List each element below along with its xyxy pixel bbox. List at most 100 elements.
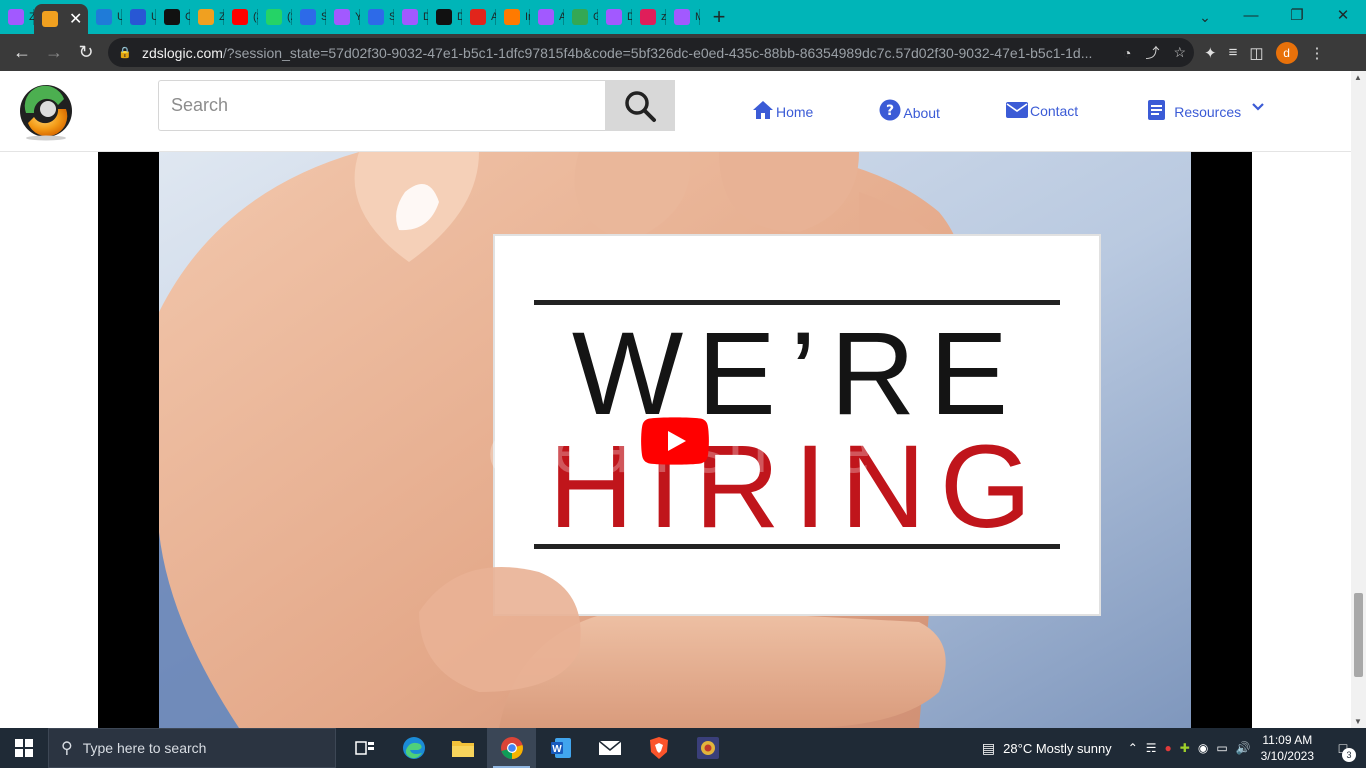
add-icon[interactable]: ✚ bbox=[1180, 741, 1190, 755]
figma-icon bbox=[538, 9, 554, 25]
menu-contact-label: Contact bbox=[1029, 103, 1079, 119]
browser-tab[interactable]: Se bbox=[292, 0, 326, 34]
antivirus-icon[interactable]: ● bbox=[1165, 741, 1172, 755]
security-icon[interactable]: ◉ bbox=[1198, 741, 1208, 755]
browser-tab[interactable]: Se bbox=[360, 0, 394, 34]
windows-logo-icon bbox=[15, 739, 33, 757]
news-weather-icon: ▤ bbox=[981, 739, 996, 756]
profile-avatar[interactable]: d bbox=[1275, 41, 1298, 64]
chrome-icon[interactable] bbox=[487, 728, 536, 768]
browser-tab[interactable]: Ad bbox=[462, 0, 496, 34]
file-explorer-icon[interactable] bbox=[438, 728, 487, 768]
menu-resources[interactable]: Resources bbox=[1146, 100, 1265, 120]
clock-date: 3/10/2023 bbox=[1260, 749, 1314, 763]
menu-about[interactable]: ? About bbox=[879, 99, 940, 121]
performance-icon[interactable]: ◔ bbox=[1123, 45, 1131, 61]
reload-icon[interactable]: ↻ bbox=[70, 37, 102, 69]
scroll-down-icon[interactable]: ▼ bbox=[1354, 717, 1362, 726]
browser-tab[interactable]: Uil bbox=[122, 0, 156, 34]
share-icon[interactable]: ⤴ bbox=[1145, 43, 1159, 63]
volume-icon[interactable]: 🔊 bbox=[1236, 741, 1251, 755]
browser-tab[interactable]: DF bbox=[394, 0, 428, 34]
chevron-down-icon bbox=[1252, 103, 1264, 111]
svg-text:W: W bbox=[552, 744, 562, 755]
menu-about-label: About bbox=[903, 105, 940, 121]
app-game-icon[interactable] bbox=[683, 728, 732, 768]
figma-icon bbox=[606, 9, 622, 25]
media-queue-icon[interactable]: ≡ bbox=[1229, 44, 1238, 61]
browser-tab[interactable]: YA bbox=[326, 0, 360, 34]
chevron-up-icon[interactable]: ⌃ bbox=[1128, 741, 1138, 755]
site-header: Search Home ? About Contact Resources bbox=[0, 71, 1351, 152]
tab-title: My bbox=[695, 11, 700, 23]
tab-list: Zd✕UltUilCoZd(32(21SeYASeDFDFAdInvAFGcDL… bbox=[0, 0, 700, 34]
network-icon[interactable]: ☴ bbox=[1146, 741, 1157, 755]
forward-icon[interactable]: → bbox=[38, 37, 70, 69]
google-icon bbox=[572, 9, 588, 25]
scrollbar-thumb[interactable] bbox=[1354, 593, 1363, 677]
browser-tab[interactable]: My bbox=[666, 0, 700, 34]
adobe-icon bbox=[470, 9, 486, 25]
menu-home[interactable]: Home bbox=[752, 100, 813, 120]
edge-icon[interactable] bbox=[389, 728, 438, 768]
browser-tab[interactable]: (32 bbox=[224, 0, 258, 34]
page-scrollbar[interactable]: ▲ ▼ bbox=[1351, 71, 1366, 728]
browser-tab[interactable]: Co bbox=[156, 0, 190, 34]
browser-tab[interactable]: Ult bbox=[88, 0, 122, 34]
site-search-button[interactable] bbox=[605, 80, 675, 131]
url-path: /?session_state=57d02f30-9032-47e1-b5c1-… bbox=[222, 44, 1093, 61]
menu-resources-label: Resources bbox=[1174, 104, 1242, 120]
address-bar[interactable]: 🔒 zdslogic.com /?session_state=57d02f30-… bbox=[108, 38, 1194, 67]
taskbar-search-box[interactable]: ⚲ Type here to search bbox=[48, 728, 336, 768]
close-window-icon[interactable]: ✕ bbox=[1320, 0, 1366, 30]
scroll-up-icon[interactable]: ▲ bbox=[1354, 73, 1362, 82]
clock[interactable]: 11:09 AM 3/10/2023 bbox=[1261, 732, 1314, 764]
send-icon bbox=[368, 9, 384, 25]
menu-contact[interactable]: Contact bbox=[1005, 101, 1079, 119]
lock-icon[interactable]: 🔒 bbox=[118, 46, 134, 59]
browser-menu-icon[interactable]: ⋮ bbox=[1310, 44, 1325, 62]
notification-count: 3 bbox=[1342, 748, 1356, 762]
browser-tab[interactable]: zd: bbox=[632, 0, 666, 34]
bookmark-star-icon[interactable]: ☆ bbox=[1173, 44, 1186, 61]
word-icon[interactable]: W bbox=[536, 728, 585, 768]
zdslogic-icon bbox=[42, 11, 58, 27]
browser-tab[interactable]: (21 bbox=[258, 0, 292, 34]
minimize-icon[interactable]: — bbox=[1228, 0, 1274, 30]
browser-tab[interactable]: Inv bbox=[496, 0, 530, 34]
menu-home-label: Home bbox=[776, 104, 814, 120]
notification-center-icon[interactable]: □ 3 bbox=[1328, 740, 1358, 762]
task-view-icon[interactable] bbox=[340, 728, 389, 768]
question-circle-icon: ? bbox=[879, 99, 901, 121]
svg-text:?: ? bbox=[886, 103, 894, 119]
browser-tab[interactable]: Zd bbox=[0, 0, 34, 34]
browser-toolbar: ← → ↻ 🔒 zdslogic.com /?session_state=57d… bbox=[0, 34, 1366, 71]
clock-time: 11:09 AM bbox=[1262, 733, 1313, 747]
site-search-input[interactable]: Search bbox=[158, 80, 606, 131]
side-panel-icon[interactable]: ◫ bbox=[1249, 44, 1263, 62]
back-icon[interactable]: ← bbox=[6, 37, 38, 69]
browser-tab[interactable]: Zd bbox=[190, 0, 224, 34]
browser-tab[interactable]: Gc bbox=[564, 0, 598, 34]
site-logo[interactable] bbox=[18, 83, 74, 141]
start-button[interactable] bbox=[0, 728, 48, 768]
youtube-play-icon[interactable] bbox=[641, 417, 709, 465]
main-menu: Home ? About Contact Resources bbox=[752, 99, 1265, 121]
video-player[interactable]: WE’RE HIRING dreamstime bbox=[98, 152, 1252, 728]
new-tab-button[interactable]: + bbox=[704, 2, 734, 32]
brave-icon[interactable] bbox=[634, 728, 683, 768]
battery-icon[interactable]: ▭ bbox=[1216, 741, 1227, 755]
weather-text: 28°C Mostly sunny bbox=[1003, 740, 1112, 756]
restore-icon[interactable]: ❐ bbox=[1274, 0, 1320, 30]
browser-tab[interactable]: AF bbox=[530, 0, 564, 34]
close-tab-icon[interactable]: ✕ bbox=[69, 9, 82, 29]
mail-icon[interactable] bbox=[585, 728, 634, 768]
browser-tab[interactable]: ✕ bbox=[34, 4, 88, 34]
weather-widget[interactable]: ▤ 28°C Mostly sunny bbox=[982, 740, 1112, 757]
web-page: Search Home ? About Contact Resources WE… bbox=[0, 71, 1366, 728]
browser-tab[interactable]: DL bbox=[598, 0, 632, 34]
extensions-puzzle-icon[interactable]: ✦ bbox=[1204, 44, 1217, 62]
tab-search-icon[interactable]: ⌄ bbox=[1192, 4, 1218, 30]
taskbar-apps: W bbox=[340, 728, 732, 768]
browser-tab[interactable]: DF bbox=[428, 0, 462, 34]
